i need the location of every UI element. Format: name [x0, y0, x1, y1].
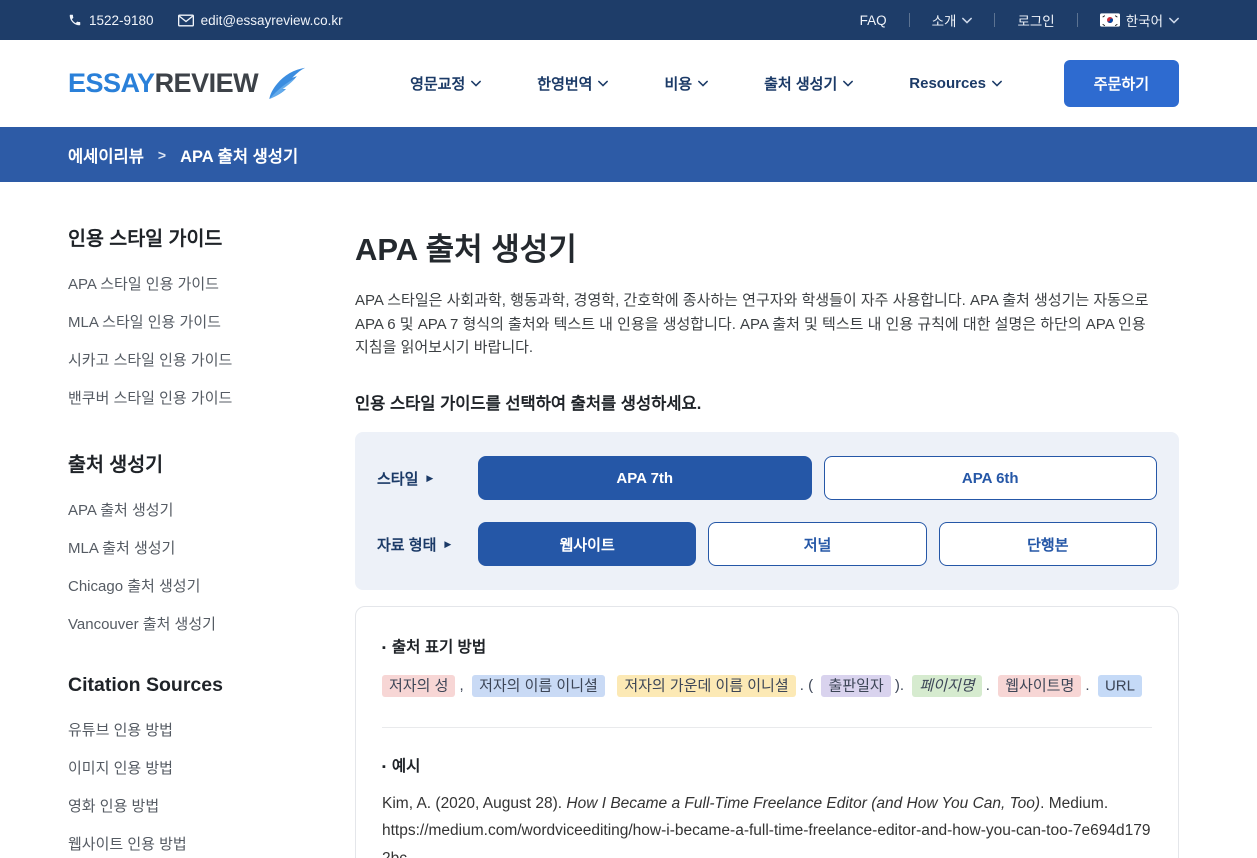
- format-token: 웹사이트명 .: [998, 675, 1094, 697]
- phone-contact[interactable]: 1522-9180: [68, 13, 154, 28]
- example-url: https://medium.com/wordviceediting/how-i…: [382, 822, 1150, 858]
- essayreview-logo[interactable]: ESSAYREVIEW: [68, 67, 306, 101]
- arrow-right-icon: ▶: [426, 473, 433, 484]
- format-token: 저자의 가운데 이름 이니셜 . (: [617, 675, 817, 697]
- sidebar-link[interactable]: Chicago 출처 생성기: [68, 575, 310, 596]
- nav-menu-item[interactable]: Resources: [909, 73, 1002, 94]
- sidebar-group-title: 인용 스타일 가이드: [68, 222, 310, 251]
- divider: [1077, 13, 1078, 27]
- sidebar-link[interactable]: Vancouver 출처 생성기: [68, 613, 310, 634]
- chevron-down-icon: [992, 80, 1002, 87]
- sidebar-group-citation-style-guides: 인용 스타일 가이드 APA 스타일 인용 가이드 MLA 스타일 인용 가이드시…: [68, 222, 310, 408]
- login-link[interactable]: 로그인: [1017, 10, 1054, 30]
- example-heading: 예시: [382, 754, 1152, 776]
- nav-menu-item[interactable]: 영문교정: [410, 73, 481, 94]
- citation-result-card: 출처 표기 방법 저자의 성 , 저자의 이름 이니셜 저자의 가운데 이름 이…: [355, 606, 1179, 858]
- page-description: APA 스타일은 사회과학, 행동과학, 경영학, 간호학에 종사하는 연구자와…: [355, 289, 1155, 360]
- breadcrumb-separator-icon: >: [158, 147, 166, 163]
- source-type-option-button[interactable]: 단행본: [939, 522, 1157, 566]
- sidebar-group-citation-sources: Citation Sources 유튜브 인용 방법이미지 인용 방법영화 인용…: [68, 674, 310, 858]
- citation-format-line: 저자의 성 , 저자의 이름 이니셜 저자의 가운데 이름 이니셜 . ( 출판…: [382, 672, 1152, 701]
- chevron-down-icon: [598, 80, 608, 87]
- logo-text-review: REVIEW: [155, 68, 259, 98]
- style-selector-row: 스타일 ▶ APA 7th APA 6th: [377, 456, 1157, 500]
- site-header: ESSAYREVIEW 영문교정 한영번역: [0, 40, 1257, 127]
- top-utility-bar: 1522-9180 edit@essayreview.co.kr FAQ 소개 …: [0, 0, 1257, 40]
- language-menu[interactable]: 한국어: [1100, 10, 1179, 30]
- sidebar: 인용 스타일 가이드 APA 스타일 인용 가이드 MLA 스타일 인용 가이드시…: [68, 182, 310, 858]
- feather-logo-icon: [266, 67, 306, 101]
- arrow-right-icon: ▶: [444, 539, 451, 550]
- format-tag: 저자의 성: [382, 675, 455, 697]
- chevron-down-icon: [962, 17, 972, 24]
- phone-number: 1522-9180: [89, 13, 154, 28]
- sidebar-group-title: Citation Sources: [68, 674, 310, 697]
- sidebar-link[interactable]: MLA 출처 생성기: [68, 537, 310, 558]
- divider: [382, 727, 1152, 728]
- format-tag: 저자의 이름 이니셜: [472, 675, 605, 697]
- nav-menu-item[interactable]: 한영번역: [537, 73, 608, 94]
- format-tag: URL: [1098, 675, 1142, 697]
- source-type-option-button[interactable]: 저널: [708, 522, 926, 566]
- sidebar-link[interactable]: MLA 스타일 인용 가이드: [68, 311, 310, 332]
- format-tag: 웹사이트명: [998, 675, 1081, 697]
- format-token: 페이지명 .: [912, 675, 994, 697]
- envelope-icon: [178, 14, 194, 27]
- chevron-down-icon: [843, 80, 853, 87]
- nav-menu-item[interactable]: 출처 생성기: [764, 73, 853, 94]
- logo-text-essay: ESSAY: [68, 68, 155, 98]
- format-tag: 출판일자: [821, 675, 890, 697]
- phone-icon: [68, 13, 82, 27]
- format-tag: 페이지명: [912, 675, 981, 697]
- sidebar-link[interactable]: 밴쿠버 스타일 인용 가이드: [68, 387, 310, 408]
- page-title: APA 출처 생성기: [355, 224, 1179, 269]
- sidebar-link[interactable]: 시카고 스타일 인용 가이드: [68, 349, 310, 370]
- format-heading: 출처 표기 방법: [382, 635, 1152, 657]
- style-label: 스타일 ▶: [377, 468, 478, 489]
- format-token: 저자의 이름 이니셜: [472, 675, 613, 697]
- source-type-label: 자료 형태 ▶: [377, 534, 478, 555]
- sidebar-link[interactable]: 웹사이트 인용 방법: [68, 833, 310, 854]
- divider: [994, 13, 995, 27]
- source-type-selector-row: 자료 형태 ▶ 웹사이트 저널 단행본: [377, 522, 1157, 566]
- example-title-italic: How I Became a Full-Time Freelance Edito…: [566, 795, 1040, 812]
- breadcrumb: 에세이리뷰 > APA 출처 생성기: [0, 127, 1257, 182]
- chevron-down-icon: [698, 80, 708, 87]
- main-nav: 영문교정 한영번역 비용 출처 생성기: [410, 73, 1002, 94]
- sidebar-link[interactable]: APA 스타일 인용 가이드: [68, 273, 310, 294]
- example-citation: Kim, A. (2020, August 28). How I Became …: [382, 790, 1152, 858]
- source-type-option-button[interactable]: 웹사이트: [478, 522, 696, 566]
- format-token: 출판일자 ).: [821, 675, 908, 697]
- breadcrumb-current: APA 출처 생성기: [180, 143, 298, 167]
- sidebar-link[interactable]: 영화 인용 방법: [68, 795, 310, 816]
- breadcrumb-home[interactable]: 에세이리뷰: [68, 143, 144, 167]
- email-address: edit@essayreview.co.kr: [201, 13, 343, 28]
- about-menu[interactable]: 소개: [932, 10, 973, 30]
- chevron-down-icon: [471, 80, 481, 87]
- nav-menu-item[interactable]: 비용: [664, 73, 708, 94]
- email-contact[interactable]: edit@essayreview.co.kr: [178, 13, 343, 28]
- citation-selector-panel: 스타일 ▶ APA 7th APA 6th 자료 형태 ▶: [355, 432, 1179, 590]
- main-content: APA 출처 생성기 APA 스타일은 사회과학, 행동과학, 경영학, 간호학…: [310, 182, 1179, 858]
- sidebar-group-title: 출처 생성기: [68, 448, 310, 477]
- sidebar-link[interactable]: 유튜브 인용 방법: [68, 719, 310, 740]
- format-tag: 저자의 가운데 이름 이니셜: [617, 675, 795, 697]
- faq-link[interactable]: FAQ: [860, 13, 887, 28]
- select-prompt: 인용 스타일 가이드를 선택하여 출처를 생성하세요.: [355, 390, 1179, 414]
- sidebar-group-citation-generators: 출처 생성기 APA 출처 생성기 MLA 출처 생성기 Chicago 출처 생성…: [68, 448, 310, 634]
- korea-flag-icon: [1100, 13, 1120, 27]
- order-button[interactable]: 주문하기: [1064, 60, 1179, 107]
- style-option-button[interactable]: APA 7th: [478, 456, 812, 500]
- sidebar-link[interactable]: APA 출처 생성기: [68, 499, 310, 520]
- style-option-button[interactable]: APA 6th: [824, 456, 1158, 500]
- sidebar-link[interactable]: 이미지 인용 방법: [68, 757, 310, 778]
- format-token: URL: [1098, 675, 1142, 697]
- format-token: 저자의 성 ,: [382, 675, 468, 697]
- chevron-down-icon: [1169, 17, 1179, 24]
- divider: [909, 13, 910, 27]
